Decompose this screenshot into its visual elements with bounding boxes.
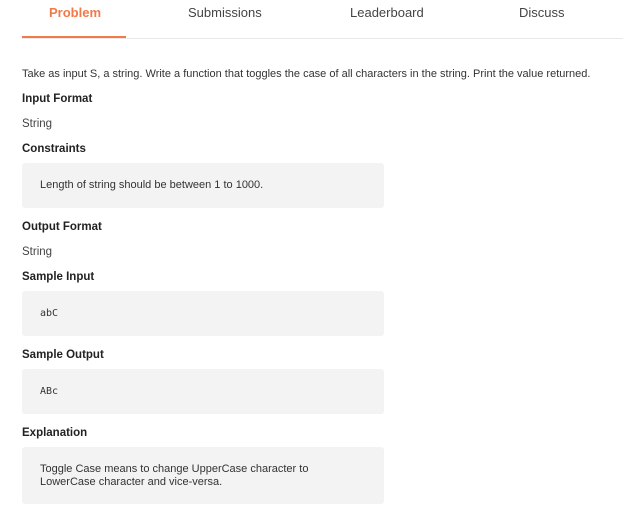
explanation-heading: Explanation	[22, 427, 88, 439]
constraints-box: Length of string should be between 1 to …	[22, 163, 384, 208]
input-format-heading: Input Format	[22, 93, 93, 105]
tab-leaderboard[interactable]: Leaderboard	[350, 5, 424, 20]
sample-output-heading: Sample Output	[22, 349, 104, 361]
output-format-value: String	[22, 246, 53, 258]
problem-tabs: Problem Submissions Leaderboard Discuss	[22, 0, 623, 39]
sample-input-box: abC	[22, 291, 384, 336]
problem-content: Take as input S, a string. Write a funct…	[22, 68, 623, 504]
problem-description: Take as input S, a string. Write a funct…	[22, 68, 591, 80]
input-format-value: String	[22, 118, 53, 130]
output-format-heading: Output Format	[22, 221, 102, 233]
tab-submissions[interactable]: Submissions	[188, 5, 262, 20]
tab-discuss[interactable]: Discuss	[519, 5, 565, 20]
tab-problem[interactable]: Problem	[49, 5, 101, 20]
sample-output-box: ABc	[22, 369, 384, 414]
active-tab-indicator	[22, 36, 126, 38]
sample-input-heading: Sample Input	[22, 271, 95, 283]
constraints-heading: Constraints	[22, 143, 86, 155]
explanation-box: Toggle Case means to change UpperCase ch…	[22, 447, 384, 504]
